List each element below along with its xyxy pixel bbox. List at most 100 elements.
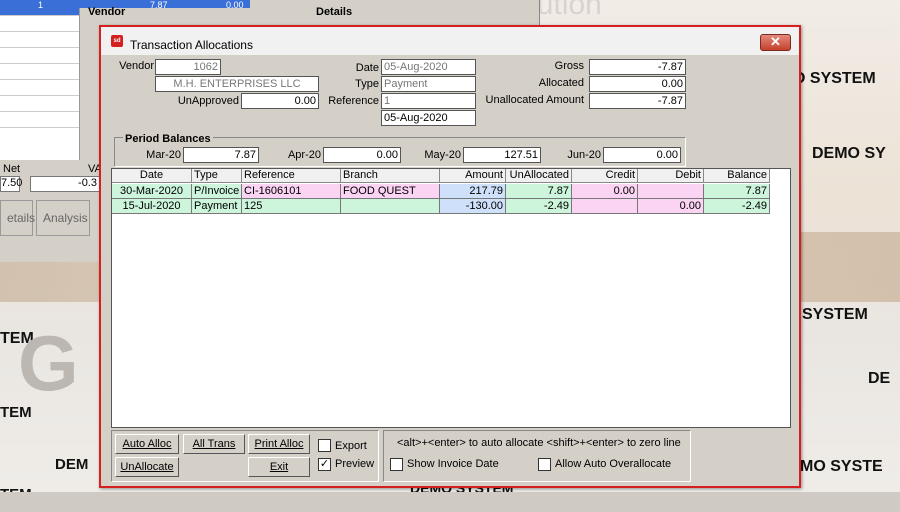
column-header-amount[interactable]: Amount [440,169,506,183]
list-item[interactable] [0,80,79,96]
grid-cell-type[interactable]: P/Invoice [192,184,242,199]
vendor-label: Vendor [119,60,154,72]
unapproved-label: UnApproved [177,95,239,107]
column-header-type[interactable]: Type [192,169,242,183]
period-label-apr: Apr-20 [287,149,321,161]
period-balances-title: Period Balances [123,133,213,145]
reference-field[interactable]: 1 [381,93,476,109]
allow-auto-overallocate-checkbox[interactable] [538,458,551,471]
secondary-date-field[interactable]: 05-Aug-2020 [381,110,476,126]
exit-button[interactable]: Exit [248,457,310,477]
period-label-may: May-20 [424,149,461,161]
grid-cell-type[interactable]: Payment [192,199,242,214]
grid-cell-reference[interactable]: 125 [242,199,341,214]
preview-label: Preview [335,458,375,470]
column-header-branch[interactable]: Branch [341,169,440,183]
column-header-debit[interactable]: Debit [638,169,704,183]
background-bottom-strip [0,492,900,512]
period-field-may[interactable]: 127.51 [463,147,541,163]
transaction-allocations-dialog: sd Transaction Allocations ✕ Vendor 1062… [99,25,801,488]
grid-cell-reference[interactable]: CI-1606101 [242,184,341,199]
grid-cell-credit[interactable]: 0.00 [572,184,638,199]
grid-cell-debit[interactable]: 0.00 [638,199,704,214]
gross-label: Gross [554,60,584,72]
unallocated-amount-label: Unallocated Amount [485,94,584,106]
period-field-apr[interactable]: 0.00 [323,147,401,163]
period-label-mar: Mar-20 [146,149,181,161]
title-bar[interactable]: sd Transaction Allocations ✕ [101,27,799,55]
export-checkbox[interactable] [318,439,331,452]
net-label: Net [3,163,21,175]
keyboard-hint-text: <alt>+<enter> to auto allocate <shift>+<… [397,437,681,449]
vendor-code-field[interactable]: 1062 [155,59,221,75]
background-demo-label: DEM [55,456,89,473]
grid-cell-credit[interactable] [572,199,638,214]
column-header-date[interactable]: Date [112,169,192,183]
cell-value: 0.00 [226,0,244,10]
underlying-list [0,0,80,160]
vendor-name-field[interactable]: M.H. ENTERPRISES LLC [155,76,319,92]
column-header-unallocated[interactable]: UnAllocated [506,169,572,183]
va-field[interactable]: -0.3 [30,176,100,192]
period-label-jun: Jun-20 [567,149,601,161]
period-field-mar[interactable]: 7.87 [183,147,259,163]
grid-cell-amount[interactable]: 217.79 [440,184,506,199]
background-demo-label: SYSTEM [802,306,868,323]
allocations-grid[interactable]: Date Type Reference Branch Amount UnAllo… [111,168,791,428]
allocated-field[interactable]: 0.00 [589,76,686,92]
period-field-jun[interactable]: 0.00 [603,147,681,163]
tab-details[interactable]: etails [0,200,35,236]
allocated-label: Allocated [538,77,584,89]
export-label: Export [335,440,367,452]
grid-cell-amount[interactable]: -130.00 [440,199,506,214]
tab-analysis[interactable]: Analysis [36,200,90,236]
underlying-details-header: Details [316,6,353,18]
net-field[interactable]: 7.50 [0,176,22,192]
type-field[interactable]: Payment [381,76,476,92]
unallocate-button[interactable]: UnAllocate [115,457,179,477]
gross-field[interactable]: -7.87 [589,59,686,75]
app-logo-icon: sd [111,35,123,47]
background-demo-label: O SYSTEM [793,70,876,87]
background-logo-letter: G [18,319,79,407]
print-alloc-button[interactable]: Print Alloc [248,434,310,454]
background-demo-label: MO SYSTE [800,458,883,475]
column-header-balance[interactable]: Balance [704,169,770,183]
close-button[interactable]: ✕ [760,34,791,51]
grid-cell-branch[interactable] [341,199,440,214]
grid-cell-debit[interactable] [638,184,704,199]
dialog-title: Transaction Allocations [130,38,253,52]
grid-cell-balance[interactable]: -2.49 [704,199,770,214]
all-trans-button[interactable]: All Trans [183,434,245,454]
grid-cell-balance[interactable]: 7.87 [704,184,770,199]
unallocated-amount-field[interactable]: -7.87 [589,93,686,109]
reference-label: Reference [328,95,379,107]
grid-cell-date[interactable]: 15-Jul-2020 [112,199,192,214]
date-label: Date [355,62,379,74]
background-demo-label: DEMO SY [812,145,886,162]
date-field[interactable]: 05-Aug-2020 [381,59,476,75]
cell-value: 1 [38,0,44,10]
list-item[interactable] [0,32,79,48]
list-item[interactable] [0,48,79,64]
grid-cell-unallocated[interactable]: 7.87 [506,184,572,199]
list-item[interactable] [0,112,79,128]
show-invoice-date-checkbox[interactable] [390,458,403,471]
underlying-vendor-header: Vendor [88,6,126,18]
list-item[interactable] [0,16,79,32]
column-header-reference[interactable]: Reference [242,169,341,183]
grid-cell-date[interactable]: 30-Mar-2020 [112,184,192,199]
column-header-credit[interactable]: Credit [572,169,638,183]
allow-auto-overallocate-label: Allow Auto Overallocate [555,458,672,470]
show-invoice-date-label: Show Invoice Date [407,458,499,470]
grid-cell-unallocated[interactable]: -2.49 [506,199,572,214]
type-label: Type [355,78,379,90]
background-demo-label: DE [868,370,891,387]
auto-alloc-button[interactable]: Auto Alloc [115,434,179,454]
list-item[interactable] [0,64,79,80]
unapproved-field[interactable]: 0.00 [241,93,319,109]
grid-cell-branch[interactable]: FOOD QUEST [341,184,440,199]
preview-checkbox[interactable]: ✓ [318,458,331,471]
cell-value: 7.87 [150,0,168,10]
list-item[interactable] [0,96,79,112]
